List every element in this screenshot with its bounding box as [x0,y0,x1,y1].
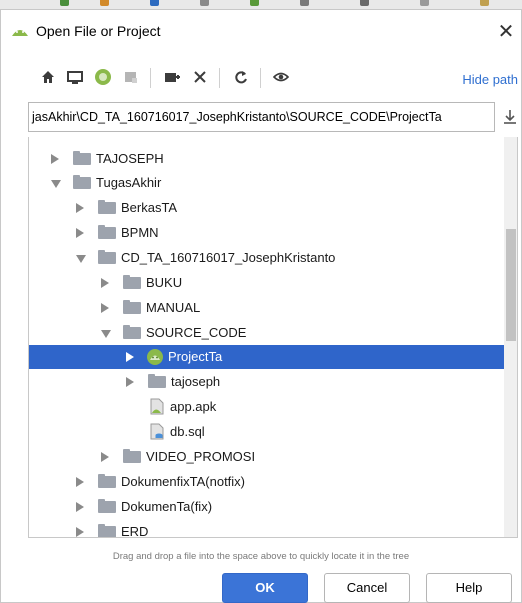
folder-icon [98,499,116,513]
tree-row-label: BUKU [146,275,183,290]
folder-icon [98,250,116,264]
tree-row-cd-ta[interactable]: CD_TA_160716017_JosephKristanto [29,246,504,270]
expand-arrow-icon[interactable] [76,203,84,213]
home-icon[interactable] [38,67,58,87]
show-hidden-icon[interactable] [271,67,291,87]
folder-icon [73,175,91,189]
folder-icon [123,325,141,339]
tree-row-tajoseph[interactable]: tajoseph [29,370,504,394]
tree-row-erd[interactable]: ERD [29,520,504,538]
expand-arrow-icon[interactable] [76,527,84,537]
tree-row-label: db.sql [170,424,205,439]
sql-file-icon [150,423,164,440]
tree-row-label: MANUAL [146,300,201,315]
toolbar-separator [150,68,151,88]
tree-row-berkasta[interactable]: BerkasTA [29,196,504,220]
tree-row-bpmn[interactable]: BPMN [29,221,504,245]
tree-row-label: ProjectTa [168,349,223,364]
expand-arrow-icon[interactable] [126,377,134,387]
tree-row-label: SOURCE_CODE [146,325,247,340]
help-button[interactable]: Help [426,573,512,603]
refresh-icon[interactable] [231,67,251,87]
android-studio-icon [12,30,28,36]
folder-icon [98,225,116,239]
tree-row-manual[interactable]: MANUAL [29,296,504,320]
tree-scrollbar-thumb[interactable] [506,229,516,341]
desktop-icon[interactable] [65,67,85,87]
folder-icon [98,524,116,537]
apk-file-icon [150,398,164,415]
hide-path-link[interactable]: Hide path [462,72,518,87]
project-icon[interactable] [93,67,113,87]
delete-icon[interactable] [190,67,210,87]
file-tree[interactable]: TAJOSEPH TugasAkhir BerkasTA BPMN CD_TA_… [28,137,518,538]
android-project-icon [147,349,163,365]
expand-arrow-icon[interactable] [126,352,134,362]
dialog-title: Open File or Project [36,23,161,39]
cancel-button[interactable]: Cancel [324,573,410,603]
tree-row-label: BPMN [121,225,159,240]
tree-row-label: tajoseph [171,374,221,389]
expand-arrow-icon[interactable] [101,278,109,288]
tree-row-buku[interactable]: BUKU [29,271,504,295]
expand-arrow-icon[interactable] [101,452,109,462]
download-arrow-icon[interactable] [503,108,517,126]
tree-row-dokumenta-fix[interactable]: DokumenTa(fix) [29,495,504,519]
tree-row-label: DokumenfixTA(notfix) [121,474,246,489]
tree-row-db-sql[interactable]: db.sql [29,420,504,444]
tree-row-label: app.apk [170,399,217,414]
tree-row-label: TugasAkhir [96,175,162,190]
toolbar-separator [219,68,220,88]
path-input[interactable]: jasAkhir\CD_TA_160716017_JosephKristanto… [28,102,495,132]
toolbar-separator [260,68,261,88]
tree-row-label: ERD [121,524,149,538]
folder-icon [123,275,141,289]
module-icon[interactable] [121,67,141,87]
tree-row-dokumenfixta-notfix[interactable]: DokumenfixTA(notfix) [29,470,504,494]
background-taskbar-strip [0,0,522,9]
collapse-arrow-icon[interactable] [101,330,111,338]
folder-icon [123,300,141,314]
title-bar: Open File or Project ✕ [1,10,521,56]
close-button[interactable]: ✕ [493,18,519,46]
open-file-dialog: Open File or Project ✕ Hide path jasAkhi… [0,9,522,603]
path-row: jasAkhir\CD_TA_160716017_JosephKristanto… [1,102,521,134]
toolbar: Hide path [1,64,521,92]
folder-icon [98,474,116,488]
folder-icon [98,200,116,214]
folder-icon [148,374,166,388]
tree-row-label: VIDEO_PROMOSI [146,449,256,464]
tree-row-app-apk[interactable]: app.apk [29,395,504,419]
collapse-arrow-icon[interactable] [51,180,61,188]
new-folder-icon[interactable] [162,67,182,87]
collapse-arrow-icon[interactable] [76,255,86,263]
tree-row-tugasakhir[interactable]: TugasAkhir [29,171,504,195]
expand-arrow-icon[interactable] [76,228,84,238]
tree-row-label: BerkasTA [121,200,178,215]
expand-arrow-icon[interactable] [101,303,109,313]
drag-drop-hint: Drag and drop a file into the space abov… [112,551,410,562]
tree-row-projectta[interactable]: ProjectTa [29,345,504,369]
ok-button[interactable]: OK [222,573,308,603]
folder-icon [73,151,91,165]
tree-row-label: CD_TA_160716017_JosephKristanto [121,250,336,265]
expand-arrow-icon[interactable] [76,477,84,487]
tree-row-tajoseph-root[interactable]: TAJOSEPH [29,147,504,171]
tree-row-label: DokumenTa(fix) [121,499,213,514]
folder-icon [123,449,141,463]
tree-row-label: TAJOSEPH [96,151,164,166]
expand-arrow-icon[interactable] [76,502,84,512]
tree-row-video-promosi[interactable]: VIDEO_PROMOSI [29,445,504,469]
tree-row-source-code[interactable]: SOURCE_CODE [29,321,504,345]
expand-arrow-icon[interactable] [51,154,59,164]
